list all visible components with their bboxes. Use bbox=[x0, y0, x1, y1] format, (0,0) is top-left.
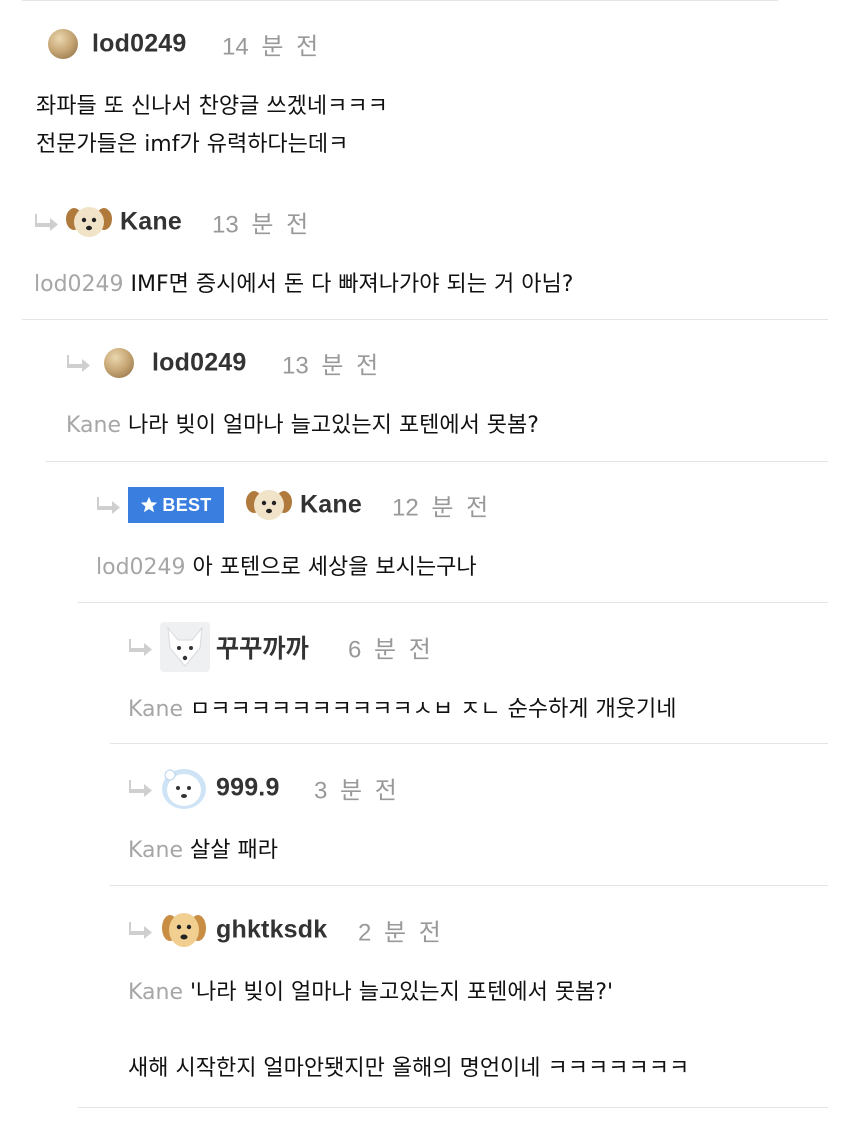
timestamp: 12 분 전 bbox=[392, 494, 489, 522]
reply-arrow-icon bbox=[129, 639, 152, 656]
comment-body: lod0249 IMF면 증시에서 돈 다 빠져나가야 되는 거 아님? bbox=[34, 266, 573, 304]
comment-header: 꾸꾸까까 6 분 전 bbox=[128, 622, 677, 672]
comment-header: 999.9 3 분 전 bbox=[128, 765, 397, 811]
reply-arrow-icon bbox=[129, 780, 152, 797]
comment-text: 살살 패라 bbox=[190, 838, 278, 863]
comment-text: ㅁㅋㅋㅋㅋㅋㅋㅋㅋㅋㅋㅅㅂ ㅈㄴ 순수하게 개웃기네 bbox=[190, 697, 677, 722]
divider bbox=[78, 1107, 828, 1108]
reply-comment: 999.9 3 분 전 Kane 살살 패라 bbox=[128, 765, 397, 870]
reply-comment: 꾸꾸까까 6 분 전 Kane ㅁㅋㅋㅋㅋㅋㅋㅋㅋㅋㅋㅅㅂ ㅈㄴ 순수하게 개웃… bbox=[128, 622, 677, 729]
comment-body: Kane '나라 빚이 얼마나 늘고있는지 포텐에서 못봄?' 새해 시작한지 … bbox=[128, 974, 689, 1088]
reply-arrow-icon bbox=[97, 497, 120, 514]
username[interactable]: lod0249 bbox=[152, 349, 247, 378]
comment-body: Kane 살살 패라 bbox=[128, 832, 278, 870]
username[interactable]: 999.9 bbox=[216, 774, 280, 803]
username[interactable]: Kane bbox=[300, 491, 362, 520]
mention[interactable]: lod0249 bbox=[96, 555, 186, 580]
user-avatar[interactable] bbox=[104, 348, 134, 378]
divider bbox=[22, 319, 828, 320]
comment-header: BEST Kane 12 분 전 bbox=[96, 485, 488, 525]
mention[interactable]: Kane bbox=[66, 413, 121, 438]
divider bbox=[22, 0, 778, 1]
mention[interactable]: lod0249 bbox=[34, 272, 124, 297]
comment-header: lod0249 14 분 전 bbox=[36, 24, 388, 64]
comment-header: ghktksdk 2 분 전 bbox=[128, 910, 689, 950]
timestamp: 3 분 전 bbox=[314, 777, 397, 805]
comment-thread: lod0249 14 분 전 좌파들 또 신나서 찬양글 쓰겠네ㅋㅋㅋ 전문가들… bbox=[0, 0, 850, 1125]
comment-body: lod0249 아 포텐으로 세상을 보시는구나 bbox=[96, 549, 477, 587]
comment-text: 아 포텐으로 세상을 보시는구나 bbox=[192, 555, 477, 580]
puppy-avatar[interactable] bbox=[64, 203, 114, 241]
timestamp: 2 분 전 bbox=[358, 919, 441, 947]
divider bbox=[110, 885, 828, 886]
mention[interactable]: Kane bbox=[128, 838, 183, 863]
comment-body: 좌파들 또 신나서 찬양글 쓰겠네ㅋㅋㅋ 전문가들은 imf가 유력하다는데ㅋ bbox=[36, 88, 388, 164]
timestamp: 13 분 전 bbox=[282, 352, 379, 380]
fox-avatar[interactable] bbox=[160, 622, 210, 672]
divider bbox=[110, 743, 828, 744]
comment-body: Kane ㅁㅋㅋㅋㅋㅋㅋㅋㅋㅋㅋㅅㅂ ㅈㄴ 순수하게 개웃기네 bbox=[128, 691, 677, 729]
comment-line: 전문가들은 imf가 유력하다는데ㅋ bbox=[36, 132, 349, 157]
polar-bear-avatar[interactable] bbox=[158, 765, 210, 811]
dog-avatar[interactable] bbox=[160, 906, 208, 954]
timestamp: 13 분 전 bbox=[212, 211, 309, 239]
comment-text: '나라 빚이 얼마나 늘고있는지 포텐에서 못봄?' bbox=[190, 980, 614, 1005]
comment-body: Kane 나라 빚이 얼마나 늘고있는지 포텐에서 못봄? bbox=[66, 407, 539, 445]
username[interactable]: ghktksdk bbox=[216, 916, 327, 945]
reply-comment: Kane 13 분 전 lod0249 IMF면 증시에서 돈 다 빠져나가야 … bbox=[34, 202, 573, 304]
user-avatar[interactable] bbox=[48, 29, 78, 59]
reply-arrow-icon bbox=[129, 922, 152, 939]
best-label: BEST bbox=[162, 494, 212, 515]
best-badge: BEST bbox=[128, 487, 224, 523]
comment-line: 새해 시작한지 얼마안됏지만 올해의 명언이네 ㅋㅋㅋㅋㅋㅋㅋ bbox=[128, 1056, 690, 1081]
mention[interactable]: Kane bbox=[128, 697, 183, 722]
divider bbox=[78, 602, 828, 603]
comment-header: lod0249 13 분 전 bbox=[66, 343, 539, 383]
timestamp: 6 분 전 bbox=[348, 636, 431, 664]
username[interactable]: Kane bbox=[120, 208, 182, 237]
star-icon bbox=[141, 496, 158, 513]
comment-header: Kane 13 분 전 bbox=[34, 202, 573, 242]
divider bbox=[46, 461, 828, 462]
timestamp: 14 분 전 bbox=[222, 33, 319, 61]
puppy-avatar[interactable] bbox=[244, 486, 294, 524]
comment: lod0249 14 분 전 좌파들 또 신나서 찬양글 쓰겠네ㅋㅋㅋ 전문가들… bbox=[36, 24, 388, 164]
reply-comment: ghktksdk 2 분 전 Kane '나라 빚이 얼마나 늘고있는지 포텐에… bbox=[128, 910, 689, 1088]
comment-text: IMF면 증시에서 돈 다 빠져나가야 되는 거 아님? bbox=[130, 272, 574, 297]
reply-arrow-icon bbox=[35, 214, 58, 231]
comment-line: 좌파들 또 신나서 찬양글 쓰겠네ㅋㅋㅋ bbox=[36, 94, 388, 119]
reply-arrow-icon bbox=[67, 355, 90, 372]
username[interactable]: lod0249 bbox=[92, 30, 187, 59]
reply-comment: BEST Kane 12 분 전 lod0249 아 포텐으로 세상을 보시는구… bbox=[96, 485, 488, 587]
comment-text: 나라 빚이 얼마나 늘고있는지 포텐에서 못봄? bbox=[128, 413, 539, 438]
mention[interactable]: Kane bbox=[128, 980, 183, 1005]
reply-comment: lod0249 13 분 전 Kane 나라 빚이 얼마나 늘고있는지 포텐에서… bbox=[66, 343, 539, 445]
username[interactable]: 꾸꾸까까 bbox=[216, 629, 309, 665]
